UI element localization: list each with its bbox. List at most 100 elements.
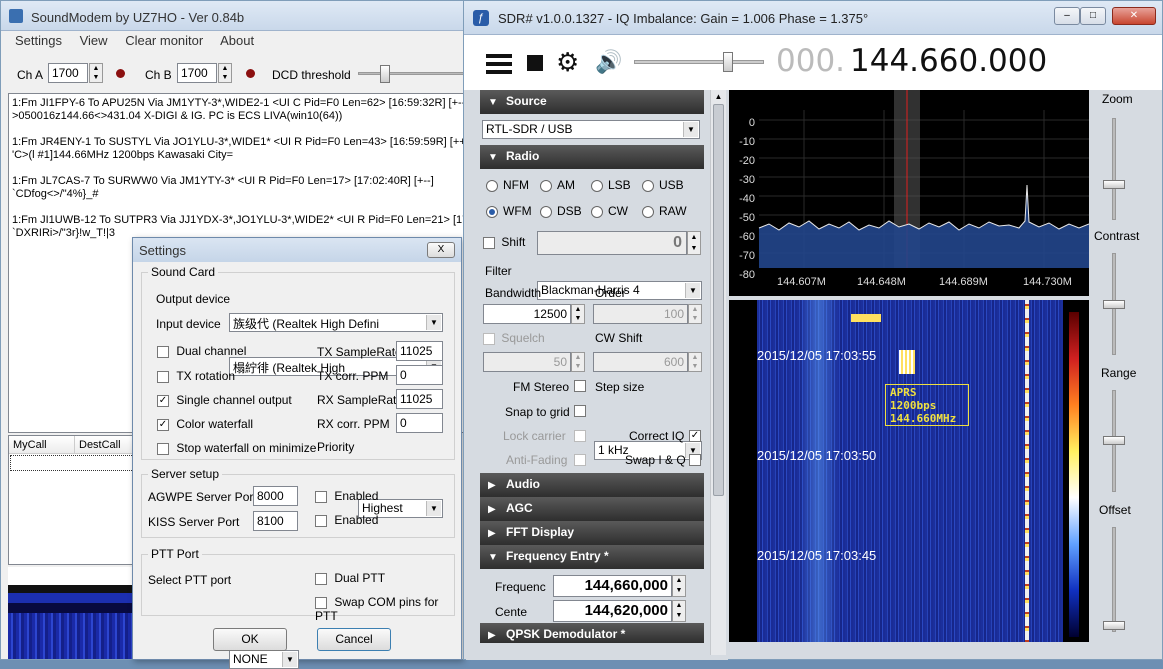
agwpe-enabled-checkbox[interactable]: Enabled (315, 489, 378, 503)
panel-scrollbar-thumb[interactable] (713, 104, 724, 496)
mode-am[interactable]: AM (540, 178, 575, 192)
rx-samplerate-input[interactable]: 11025 (396, 389, 443, 409)
mode-nfm[interactable]: NFM (486, 178, 529, 192)
section-agc[interactable]: ▶ AGC (480, 497, 704, 521)
bandwidth-input[interactable]: 12500 (483, 304, 571, 324)
lock-carrier-label: Lock carrier (503, 429, 566, 443)
tx-samplerate-input[interactable]: 11025 (396, 341, 443, 361)
menu-icon[interactable] (486, 54, 512, 74)
cha-input[interactable]: 1700 (48, 63, 88, 83)
volume-slider[interactable] (634, 52, 764, 72)
close-button[interactable]: ✕ (1112, 7, 1156, 25)
shift-checkbox[interactable]: Shift (483, 235, 525, 249)
source-select[interactable]: RTL-SDR / USB ▼ (482, 120, 700, 139)
section-frequency-entry[interactable]: ▼ Frequency Entry * (480, 545, 704, 569)
lock-carrier-checkbox[interactable] (574, 430, 586, 442)
mode-dsb[interactable]: DSB (540, 204, 582, 218)
swap-iq-checkbox[interactable] (689, 454, 701, 466)
mode-raw[interactable]: RAW (642, 204, 687, 218)
frequenc-input[interactable]: 144,660,000 (553, 575, 672, 597)
chb-spinner[interactable]: ▲ ▼ (218, 63, 232, 83)
chb-input[interactable]: 1700 (177, 63, 217, 83)
order-spinner[interactable]: ▲ ▼ (688, 304, 702, 324)
cancel-button[interactable]: Cancel (317, 628, 391, 651)
bandwidth-spinner[interactable]: ▲ ▼ (571, 304, 585, 324)
panel-scrollbar[interactable]: ▲ (710, 90, 726, 655)
cw-shift-input[interactable]: 600 (593, 352, 688, 372)
shift-input[interactable]: 0 (537, 231, 687, 255)
section-audio[interactable]: ▶ Audio (480, 473, 704, 497)
waterfall-display[interactable]: 2015/12/05 17:03:55 2015/12/05 17:03:50 … (729, 300, 1089, 642)
order-input[interactable]: 100 (593, 304, 688, 324)
rx-ppm-input[interactable]: 0 (396, 413, 443, 433)
single-channel-checkbox[interactable]: ✓ Single channel output (157, 393, 292, 407)
soundmodem-titlebar[interactable]: SoundModem by UZ7HO - Ver 0.84b (1, 1, 467, 31)
correct-iq-checkbox[interactable]: ✓ (689, 430, 701, 442)
cha-spinner[interactable]: ▲ ▼ (89, 63, 103, 83)
kiss-enabled-checkbox[interactable]: Enabled (315, 513, 378, 527)
swap-com-checkbox[interactable]: Swap COM pins for PTT (315, 595, 461, 623)
snap-grid-checkbox[interactable] (574, 405, 586, 417)
mode-cw[interactable]: CW (591, 204, 628, 218)
fm-stereo-checkbox[interactable] (574, 380, 586, 392)
section-qpsk-demodulator[interactable]: ▶ QPSK Demodulator * (480, 623, 704, 643)
zoom-slider-thumb[interactable] (1103, 180, 1125, 189)
menu-about[interactable]: About (220, 33, 254, 48)
output-device-label: Output device (156, 292, 231, 306)
frequency-display[interactable]: 144.660.000 (850, 43, 1047, 79)
settings-close-button[interactable]: X (427, 242, 455, 258)
anti-fading-checkbox[interactable] (574, 454, 586, 466)
mode-wfm[interactable]: WFM (486, 204, 532, 218)
maximize-button[interactable]: □ (1080, 7, 1106, 25)
section-source[interactable]: ▼ Source (480, 90, 704, 114)
mode-lsb[interactable]: LSB (591, 178, 631, 192)
color-waterfall-checkbox[interactable]: ✓ Color waterfall (157, 417, 253, 431)
dcd-threshold-slider[interactable] (358, 65, 466, 83)
zoom-slider[interactable] (1112, 118, 1116, 220)
tx-ppm-input[interactable]: 0 (396, 365, 443, 385)
frequenc-spinner[interactable]: ▲ ▼ (672, 575, 686, 597)
col-destcall[interactable]: DestCall (79, 439, 121, 451)
swap-iq-label: Swap I & Q (625, 453, 686, 467)
output-device-select[interactable]: 族级代 (Realtek High Defini ▼ (229, 313, 443, 332)
kiss-port-input[interactable]: 8100 (253, 511, 298, 531)
y-tick: -10 (739, 136, 755, 148)
col-mycall[interactable]: MyCall (13, 439, 47, 451)
dcd-slider-thumb[interactable] (380, 65, 390, 83)
shift-spinner[interactable]: ▲ ▼ (687, 231, 701, 255)
squelch-input[interactable]: 50 (483, 352, 571, 372)
dual-channel-checkbox[interactable]: Dual channel (157, 344, 246, 358)
squelch-checkbox[interactable]: Squelch (483, 331, 545, 345)
calls-list[interactable]: MyCall DestCall (8, 435, 138, 565)
ok-button[interactable]: OK (213, 628, 287, 651)
stop-waterfall-checkbox[interactable]: Stop waterfall on minimize (157, 441, 316, 455)
calls-row-selected[interactable] (10, 455, 136, 471)
stop-icon[interactable] (527, 55, 543, 71)
menu-view[interactable]: View (80, 33, 108, 48)
gear-icon[interactable]: ⚙ (556, 49, 579, 75)
tx-rotation-checkbox[interactable]: TX rotation (157, 369, 235, 383)
cente-spinner[interactable]: ▲ ▼ (672, 600, 686, 622)
cw-shift-spinner[interactable]: ▲ ▼ (688, 352, 702, 372)
contrast-slider-thumb[interactable] (1103, 300, 1125, 309)
range-slider-thumb[interactable] (1103, 436, 1125, 445)
offset-slider-thumb[interactable] (1103, 621, 1125, 630)
frequency-prefix[interactable]: 000. (776, 43, 845, 79)
squelch-spinner[interactable]: ▲ ▼ (571, 352, 585, 372)
offset-slider[interactable] (1112, 527, 1116, 632)
settings-titlebar[interactable]: Settings X (133, 238, 461, 262)
speaker-icon[interactable]: 🔊 (595, 49, 622, 75)
menu-settings[interactable]: Settings (15, 33, 62, 48)
sdr-titlebar[interactable]: ƒ SDR# v1.0.0.1327 - IQ Imbalance: Gain … (464, 1, 1162, 35)
mode-usb[interactable]: USB (642, 178, 684, 192)
y-tick: -80 (739, 269, 755, 281)
section-fft-display[interactable]: ▶ FFT Display (480, 521, 704, 545)
section-radio[interactable]: ▼ Radio (480, 145, 704, 169)
volume-slider-thumb[interactable] (723, 52, 733, 72)
agwpe-port-input[interactable]: 8000 (253, 486, 298, 506)
dual-ptt-checkbox[interactable]: Dual PTT (315, 571, 385, 585)
spectrum-display[interactable]: 0 -10 -20 -30 -40 -50 -60 -70 -80 144.60… (729, 90, 1089, 296)
minimize-button[interactable]: – (1054, 7, 1080, 25)
cente-input[interactable]: 144,620,000 (553, 600, 672, 622)
menu-clear-monitor[interactable]: Clear monitor (125, 33, 203, 48)
